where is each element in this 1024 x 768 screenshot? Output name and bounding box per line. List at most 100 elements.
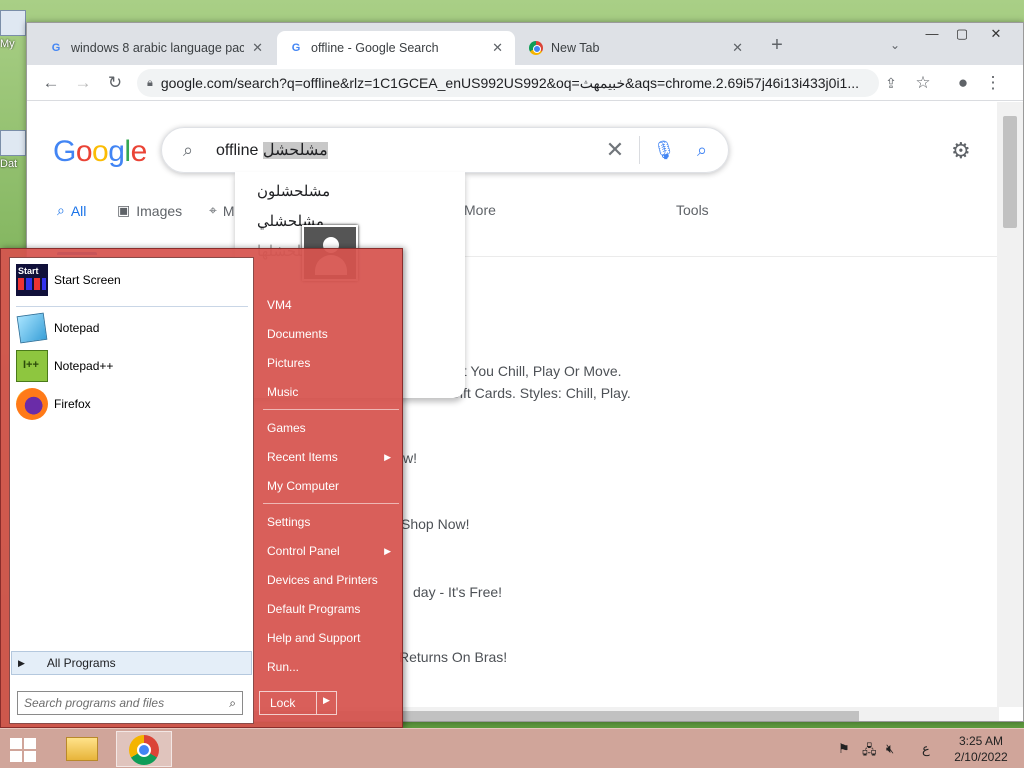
vertical-scrollbar[interactable] bbox=[997, 102, 1023, 707]
clock[interactable]: 3:25 AM 2/10/2022 bbox=[946, 733, 1016, 765]
search-placeholder: Search programs and files bbox=[24, 696, 165, 710]
desktop-icon-my[interactable]: My bbox=[0, 10, 26, 50]
query-text: offline bbox=[216, 142, 259, 159]
submenu-arrow-icon: ▶ bbox=[384, 452, 391, 462]
close-tab-icon[interactable]: ✕ bbox=[732, 40, 743, 56]
tab-title: offline - Google Search bbox=[311, 41, 439, 55]
tab-search-chevron-icon[interactable]: ⌄ bbox=[883, 33, 907, 57]
start-item-my-computer[interactable]: My Computer bbox=[259, 473, 399, 499]
bookmark-star-icon[interactable]: ☆ bbox=[911, 71, 935, 95]
tab-label: All bbox=[70, 202, 87, 219]
result-snippet: Shop Now! bbox=[401, 516, 470, 532]
network-icon[interactable]: 🖧︎ bbox=[862, 741, 877, 763]
volume-muted-icon[interactable]: 🔇︎ bbox=[886, 741, 894, 757]
tab-all[interactable]: ⌕ All bbox=[57, 202, 86, 219]
google-logo[interactable]: Google bbox=[53, 135, 147, 169]
result-snippet: Returns On Bras! bbox=[399, 649, 508, 665]
scroll-thumb[interactable] bbox=[1003, 116, 1017, 228]
taskbar: ⚑ 🖧︎ 🔇︎ ع 3:25 AM 2/10/2022 bbox=[0, 728, 1024, 768]
reload-icon[interactable]: ↻ bbox=[103, 71, 127, 95]
lock-icon: 🔒︎ bbox=[147, 76, 153, 89]
lock-button[interactable]: Lock ▶ bbox=[259, 691, 337, 715]
query-selected-text: مشلحشل bbox=[262, 142, 328, 159]
taskbar-file-explorer[interactable] bbox=[56, 731, 112, 767]
start-item-settings[interactable]: Settings bbox=[259, 509, 399, 535]
tab-tools[interactable]: Tools bbox=[676, 202, 709, 218]
suggestion-item[interactable]: مشلحشلون bbox=[257, 182, 330, 200]
tab-maps[interactable]: ⌖ M bbox=[209, 202, 235, 219]
start-item-control-panel[interactable]: Control Panel ▶ bbox=[259, 538, 399, 564]
image-icon: ▣ bbox=[117, 202, 131, 218]
clock-time: 3:25 AM bbox=[958, 734, 1004, 748]
taskbar-chrome[interactable] bbox=[116, 731, 172, 767]
tab-windows8-arabic[interactable]: G windows 8 arabic language pack ✕ bbox=[37, 31, 275, 65]
divider bbox=[263, 503, 399, 504]
action-center-flag-icon[interactable]: ⚑ bbox=[838, 741, 850, 757]
tab-offline-search[interactable]: G offline - Google Search ✕ bbox=[277, 31, 515, 65]
result-snippet: w! bbox=[403, 450, 417, 466]
folder-icon bbox=[66, 737, 98, 761]
start-item-documents[interactable]: Documents bbox=[259, 321, 399, 347]
search-input[interactable]: ⌕ offline مشلحشل ✕ 🎙︎ ⌕ bbox=[161, 127, 729, 173]
start-item-music[interactable]: Music bbox=[259, 379, 399, 405]
program-start-screen[interactable]: Start Start Screen bbox=[16, 262, 248, 298]
chrome-icon bbox=[129, 735, 159, 765]
browser-toolbar: ← → ↻ 🔒︎ google.com/search?q=offline&rlz… bbox=[27, 65, 1023, 101]
folder-icon bbox=[0, 130, 26, 156]
search-submit-icon[interactable]: ⌕ bbox=[690, 140, 714, 161]
start-search-input[interactable]: Search programs and files ⌕ bbox=[17, 691, 243, 715]
clear-search-icon[interactable]: ✕ bbox=[603, 137, 627, 163]
desktop-icon-label: My bbox=[0, 38, 15, 50]
desktop-icon-label: Dat bbox=[0, 158, 18, 170]
address-bar[interactable]: 🔒︎ google.com/search?q=offline&rlz=1C1GC… bbox=[137, 69, 879, 97]
result-snippet: day - It's Free! bbox=[413, 584, 503, 600]
microphone-icon[interactable]: 🎙︎ bbox=[652, 140, 676, 161]
url-text: google.com/search?q=offline&rlz=1C1GCEA_… bbox=[160, 74, 860, 91]
close-tab-icon[interactable]: ✕ bbox=[252, 40, 263, 56]
divider bbox=[263, 409, 399, 410]
back-arrow-icon[interactable]: ← bbox=[39, 71, 63, 95]
close-tab-icon[interactable]: ✕ bbox=[492, 40, 503, 56]
search-nav-tabs: ⌕ All ▣ Images ⌖ M More Tools bbox=[57, 202, 957, 234]
tab-label: More bbox=[464, 202, 496, 218]
tab-label: Images bbox=[136, 202, 183, 219]
tab-label: M bbox=[222, 202, 235, 219]
settings-gear-icon[interactable]: ⚙ bbox=[951, 138, 971, 164]
program-label: Start Screen bbox=[54, 273, 121, 287]
start-item-recent-items[interactable]: Recent Items ▶ bbox=[259, 444, 399, 470]
google-favicon-icon: G bbox=[51, 42, 61, 54]
google-favicon-icon: G bbox=[291, 42, 301, 54]
maximize-icon[interactable]: ▢ bbox=[945, 23, 979, 45]
start-item-pictures[interactable]: Pictures bbox=[259, 350, 399, 376]
start-item-help-support[interactable]: Help and Support bbox=[259, 625, 399, 651]
start-item-default-programs[interactable]: Default Programs bbox=[259, 596, 399, 622]
clock-date: 2/10/2022 bbox=[954, 750, 1008, 764]
menu-kebab-icon[interactable]: ⋮ bbox=[981, 71, 1005, 95]
tab-new-tab[interactable]: New Tab ✕ bbox=[517, 31, 755, 65]
triangle-right-icon: ▶ bbox=[18, 657, 25, 668]
close-window-icon[interactable]: ✕ bbox=[979, 23, 1013, 45]
all-programs-label: All Programs bbox=[46, 656, 116, 670]
tab-more[interactable]: More bbox=[464, 202, 496, 218]
forward-arrow-icon[interactable]: → bbox=[71, 71, 95, 95]
start-item-run[interactable]: Run... bbox=[259, 654, 399, 680]
lock-options-arrow-icon[interactable]: ▶ bbox=[323, 695, 330, 706]
share-icon[interactable]: ⇪ bbox=[879, 71, 903, 95]
new-tab-plus-icon[interactable]: + bbox=[765, 33, 789, 57]
program-firefox[interactable]: Firefox bbox=[16, 386, 248, 422]
tab-images[interactable]: ▣ Images bbox=[117, 202, 182, 219]
computer-icon bbox=[0, 10, 26, 36]
program-notepadpp[interactable]: Notepad++ bbox=[16, 348, 248, 384]
desktop-icon-data[interactable]: Dat bbox=[0, 130, 26, 170]
program-notepad[interactable]: Notepad bbox=[16, 310, 248, 346]
windows-start-icon[interactable] bbox=[8, 735, 38, 763]
all-programs-button[interactable]: ▶ All Programs bbox=[11, 651, 252, 675]
start-item-devices-printers[interactable]: Devices and Printers bbox=[259, 567, 399, 593]
minimize-icon[interactable]: — bbox=[915, 23, 949, 45]
notepadpp-icon bbox=[16, 350, 48, 382]
firefox-icon bbox=[16, 388, 48, 420]
profile-avatar-icon[interactable]: ● bbox=[951, 71, 975, 95]
language-indicator[interactable]: ع bbox=[922, 741, 930, 757]
start-item-vm4[interactable]: VM4 bbox=[259, 292, 399, 318]
start-item-games[interactable]: Games bbox=[259, 415, 399, 441]
